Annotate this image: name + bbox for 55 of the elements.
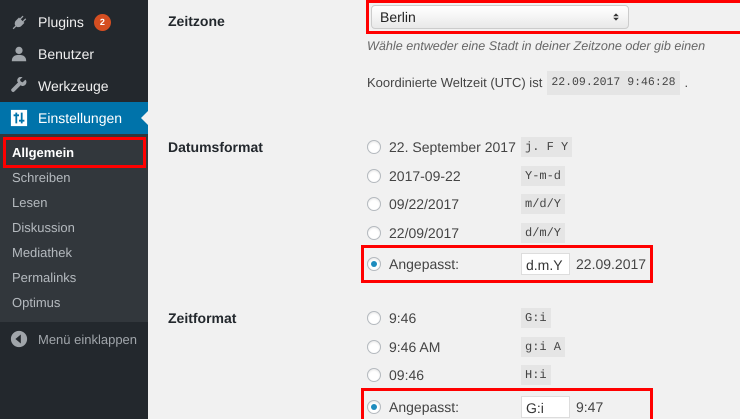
option-label: 22/09/2017 (389, 224, 460, 241)
radio-button[interactable] (367, 340, 381, 354)
submenu-item[interactable]: Allgemein (6, 140, 143, 165)
update-count-badge: 2 (94, 14, 111, 30)
format-code: Y-m-d (521, 166, 566, 186)
submenu-item[interactable]: Diskussion (6, 215, 143, 240)
submenu-item[interactable]: Permalinks (6, 265, 143, 290)
format-code: m/d/Y (521, 194, 566, 214)
format-code: j. F Y (521, 137, 572, 158)
format-code: d/m/Y (521, 222, 566, 243)
format-code: H:i (521, 365, 551, 386)
sidebar-item[interactable]: Benutzer (0, 38, 148, 70)
radio-button[interactable] (367, 400, 381, 414)
punctuation: . (684, 74, 688, 92)
radio-button[interactable] (367, 197, 381, 212)
format-preview: 9:47 (576, 398, 604, 414)
setting-label: Zeitformat (168, 310, 238, 326)
timezone-select[interactable]: Berlin (371, 5, 629, 29)
setting-label: Zeitzone (168, 13, 226, 29)
option-label: 09/22/2017 (389, 196, 460, 212)
wrench-icon (10, 77, 28, 95)
input-field[interactable]: G:i (521, 396, 570, 418)
option-label: 22. September 2017 (389, 139, 517, 156)
description-text: Wähle entweder eine Stadt in deiner Zeitzone oder gib einen (367, 38, 706, 55)
plug-icon (10, 13, 28, 31)
option-label: 2017-09-22 (389, 168, 462, 184)
radio-button[interactable] (367, 140, 381, 154)
radio-button[interactable] (367, 168, 381, 183)
option-label: Angepasst: (389, 398, 460, 414)
sidebar-item[interactable]: Einstellungen (0, 102, 148, 134)
radio-button[interactable] (367, 311, 381, 326)
radio-button[interactable] (367, 257, 381, 271)
format-preview: 22.09.2017 (576, 256, 646, 272)
submenu-item[interactable]: Mediathek (6, 240, 143, 265)
option-label: 09:46 (389, 367, 426, 384)
input-field[interactable]: d.m.Y (521, 253, 570, 275)
radio-button[interactable] (367, 368, 381, 382)
submenu-item[interactable]: Schreiben (6, 165, 143, 190)
user-icon (10, 45, 28, 63)
settings-icon (10, 109, 28, 127)
sidebar-item[interactable]: Werkzeuge (0, 70, 148, 102)
utc-label: Koordinierte Weltzeit (UTC) ist (367, 74, 542, 92)
utc-time: 22.09.2017 9:46:28 (547, 71, 680, 95)
sort-arrows-icon (612, 11, 620, 23)
format-code: g:i A (521, 336, 566, 357)
option-label: Angepasst: (389, 256, 460, 272)
radio-button[interactable] (367, 226, 381, 240)
sidebar-item[interactable]: Plugins 2 (0, 6, 148, 38)
setting-label: Datumsformat (168, 139, 264, 155)
submenu-item[interactable]: Optimus (6, 290, 143, 315)
option-label: 9:46 AM (389, 338, 442, 355)
format-code: G:i (521, 308, 551, 328)
submenu-item[interactable]: Lesen (6, 190, 143, 215)
collapse-menu-button[interactable]: Menü einklappen (0, 322, 148, 356)
option-label: 9:46 (389, 310, 418, 326)
